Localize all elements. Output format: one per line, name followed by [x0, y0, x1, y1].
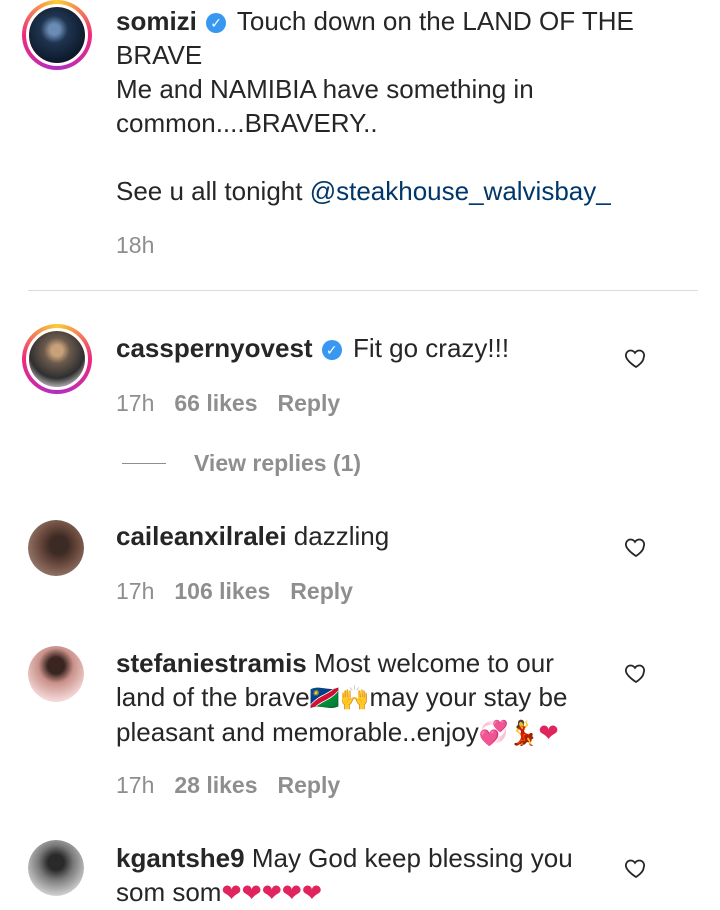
likes-count[interactable]: 28 likes	[174, 772, 257, 799]
comment-time: 17h	[116, 772, 155, 798]
caption-line2: Me and NAMIBIA have something in common.…	[116, 74, 534, 138]
caption-line3: See u all tonight	[116, 176, 310, 206]
avatar-kgantshe9[interactable]	[28, 840, 84, 896]
comment-username[interactable]: caileanxilralei	[116, 521, 287, 551]
caption-time: 18h	[116, 232, 155, 258]
comment-time: 17h	[116, 578, 155, 604]
reply-button[interactable]: Reply	[278, 390, 341, 417]
comment-body: Fit go crazy!!!	[353, 333, 510, 363]
comment-meta: 17h 66 likes Reply	[116, 390, 340, 417]
likes-count[interactable]: 66 likes	[174, 390, 257, 417]
caption-username[interactable]: somizi	[116, 6, 197, 36]
likes-count[interactable]: 106 likes	[174, 578, 270, 605]
heart-outline-icon[interactable]	[624, 661, 648, 685]
flag-emoji: 🇳🇦🙌	[309, 684, 370, 712]
avatar-somizi[interactable]	[22, 0, 92, 70]
comment-text: stefaniestramis Most welcome to our land…	[116, 646, 610, 750]
view-replies-label: View replies (1)	[194, 450, 362, 476]
comment-meta: 17h 28 likes Reply	[116, 772, 340, 799]
avatar-casspernyovest[interactable]	[22, 324, 92, 394]
comment-body: dazzling	[293, 521, 390, 551]
comment-text: kgantshe9 May God keep blessing you som …	[116, 841, 610, 910]
comment-text: casspernyovest ✓ Fit go crazy!!!	[116, 331, 610, 365]
comment-username[interactable]: kgantshe9	[116, 843, 245, 873]
comment-username[interactable]: stefaniestramis	[116, 648, 307, 678]
avatar-stefaniestramis[interactable]	[28, 646, 84, 702]
comment-meta: 17h 106 likes Reply	[116, 578, 353, 605]
view-replies-button[interactable]: View replies (1)	[122, 450, 361, 477]
comment-time: 17h	[116, 390, 155, 416]
reply-button[interactable]: Reply	[278, 772, 341, 799]
divider	[28, 290, 698, 291]
caption-text: somizi ✓ Touch down on the LAND OF THE B…	[116, 4, 660, 208]
heart-emoji: 💞💃❤	[478, 719, 559, 747]
heart-outline-icon[interactable]	[624, 346, 648, 370]
heart-outline-icon[interactable]	[624, 535, 648, 559]
avatar-caileanxilralei[interactable]	[28, 520, 84, 576]
verified-badge-icon: ✓	[321, 340, 342, 360]
comment-username[interactable]: casspernyovest	[116, 333, 313, 363]
caption-meta: 18h	[116, 232, 154, 259]
heart-emoji: ❤❤❤❤❤	[221, 879, 323, 907]
verified-badge-icon: ✓	[206, 13, 227, 33]
heart-outline-icon[interactable]	[624, 856, 648, 880]
comment-text: caileanxilralei dazzling	[116, 519, 610, 553]
replies-line	[122, 463, 166, 464]
reply-button[interactable]: Reply	[290, 578, 353, 605]
mention-link[interactable]: @steakhouse_walvisbay_	[310, 176, 611, 206]
